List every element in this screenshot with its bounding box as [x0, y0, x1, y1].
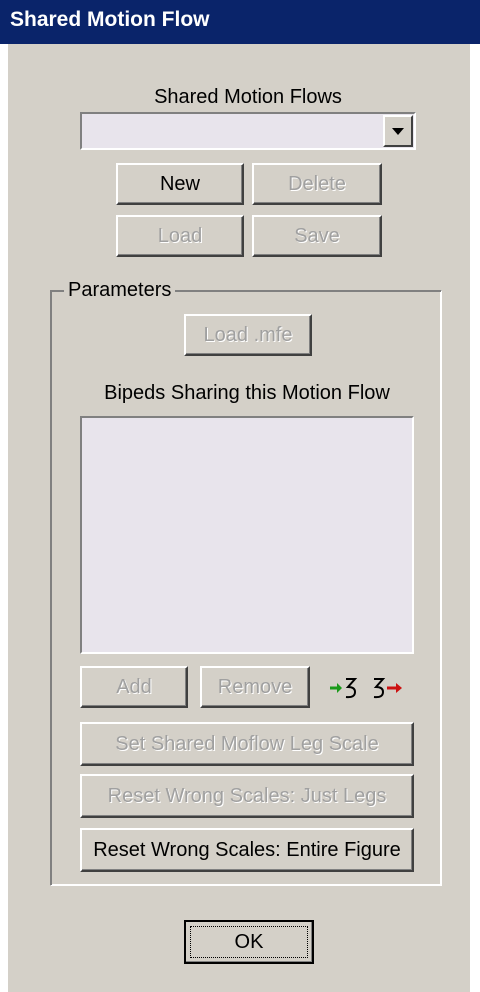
add-button[interactable]: Add	[80, 666, 188, 708]
bipeds-sharing-label: Bipeds Sharing this Motion Flow	[104, 382, 390, 404]
shared-motion-flows-dropdown[interactable]	[80, 112, 416, 150]
title-bar[interactable]: Shared Motion Flow	[0, 0, 480, 44]
load-button[interactable]: Load	[116, 215, 244, 257]
remove-biped-pick-icon[interactable]	[372, 674, 406, 702]
reset-wrong-scales-just-legs-button[interactable]: Reset Wrong Scales: Just Legs	[80, 774, 414, 818]
window-title: Shared Motion Flow	[10, 8, 210, 31]
focus-rectangle	[190, 926, 308, 958]
set-shared-moflow-leg-scale-button[interactable]: Set Shared Moflow Leg Scale	[80, 722, 414, 766]
dropdown-arrow-button[interactable]	[383, 115, 413, 147]
window-right-edge	[470, 44, 480, 992]
load-mfe-button[interactable]: Load .mfe	[184, 314, 312, 356]
ok-button[interactable]: OK	[184, 920, 314, 964]
chevron-down-icon	[392, 127, 404, 135]
add-biped-pick-icon[interactable]	[328, 674, 360, 702]
save-button[interactable]: Save	[252, 215, 382, 257]
window-left-edge	[0, 44, 8, 992]
shared-motion-flows-label: Shared Motion Flows	[154, 86, 342, 108]
reset-wrong-scales-entire-figure-button[interactable]: Reset Wrong Scales: Entire Figure	[80, 828, 414, 872]
remove-button[interactable]: Remove	[200, 666, 310, 708]
delete-button[interactable]: Delete	[252, 163, 382, 205]
parameters-group-label: Parameters	[64, 279, 176, 302]
dialog-window: Shared Motion Flow Shared Motion Flows N…	[0, 0, 480, 992]
new-button[interactable]: New	[116, 163, 244, 205]
bipeds-list[interactable]	[80, 416, 414, 654]
